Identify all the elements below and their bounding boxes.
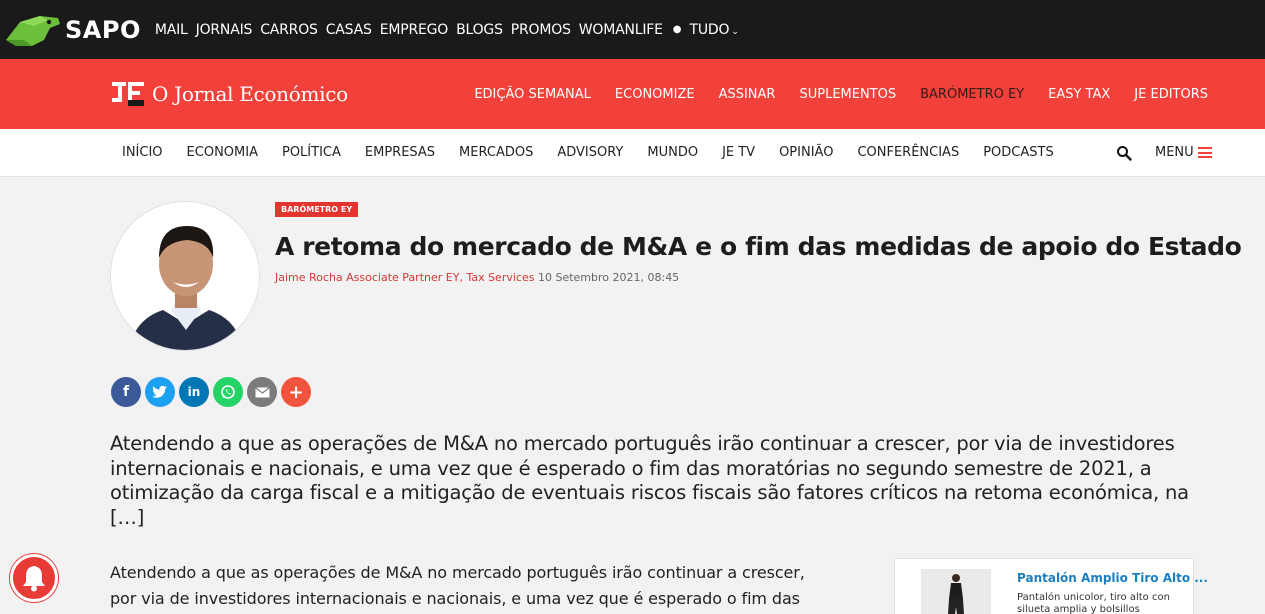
sapo-nav-jornais[interactable]: JORNAIS [196, 22, 253, 38]
article-body: Atendendo a que as operações de M&A no m… [110, 563, 805, 608]
sapo-nav-tudo-label: TUDO [689, 21, 730, 38]
section-opiniao[interactable]: OPINIÃO [779, 145, 833, 160]
notification-bell-button[interactable] [10, 554, 58, 602]
section-inicio[interactable]: INÍCIO [122, 145, 163, 160]
linkedin-icon[interactable]: in [179, 377, 209, 407]
section-economia[interactable]: ECONOMIA [187, 145, 258, 160]
menu-button[interactable]: MENU [1155, 145, 1212, 160]
chevron-down-icon: ⌄ [731, 26, 739, 37]
section-conferencias[interactable]: CONFERÊNCIAS [857, 145, 959, 160]
je-nav-easy-tax[interactable]: EASY TAX [1048, 87, 1110, 102]
hamburger-icon [1197, 147, 1212, 158]
bell-icon [23, 566, 45, 592]
section-mercados[interactable]: MERCADOS [459, 145, 533, 160]
sapo-nav-womanlife[interactable]: WOMANLIFE [579, 22, 663, 38]
sapo-nav-tudo[interactable]: TUDO ⌄ [690, 22, 739, 38]
ad-card[interactable]: Pantalón Amplio Tiro Alto ... Pantalón u… [894, 558, 1208, 614]
section-empresas[interactable]: EMPRESAS [365, 145, 435, 160]
je-nav-assinar[interactable]: ASSINAR [719, 87, 776, 102]
sapo-nav-blogs[interactable]: BLOGS [456, 22, 503, 38]
sapo-nav-mail[interactable]: MAIL [155, 22, 188, 38]
article-lead: Atendendo a que as operações de M&A no m… [110, 432, 1189, 529]
share-buttons: f in + [111, 377, 315, 407]
section-advisory[interactable]: ADVISORY [557, 145, 623, 160]
email-icon[interactable] [247, 377, 277, 407]
section-politica[interactable]: POLÍTICA [282, 145, 341, 160]
section-mundo[interactable]: MUNDO [647, 145, 698, 160]
section-nav-bar: INÍCIO ECONOMIA POLÍTICA EMPRESAS MERCAD… [0, 129, 1265, 177]
je-nav-barometro-ey[interactable]: BARÓMETRO EY [920, 87, 1024, 102]
author-portrait-image [111, 202, 259, 350]
author-link[interactable]: Jaime Rocha Associate Partner EY, Tax Se… [275, 271, 534, 284]
sapo-logo[interactable]: SAPO [4, 0, 141, 59]
article-byline: Jaime Rocha Associate Partner EY, Tax Se… [275, 271, 679, 284]
je-site-title: O Jornal Económico [152, 82, 348, 106]
je-nav-suplementos[interactable]: SUPLEMENTOS [799, 87, 896, 102]
section-podcasts[interactable]: PODCASTS [983, 145, 1054, 160]
sapo-nav-carros[interactable]: CARROS [260, 22, 318, 38]
je-nav-economize[interactable]: ECONOMIZE [615, 87, 695, 102]
section-je-tv[interactable]: JE TV [722, 145, 755, 160]
article-title: A retoma do mercado de M&A e o fim das m… [275, 232, 1242, 261]
author-avatar [110, 201, 260, 351]
je-logo[interactable]: O Jornal Económico [110, 80, 348, 108]
je-nav-je-editors[interactable]: JE EDITORS [1134, 87, 1208, 102]
ad-product-image[interactable] [921, 569, 991, 614]
sapo-nav-emprego[interactable]: EMPREGO [380, 22, 449, 38]
ad-description: Pantalón unicolor, tiro alto con silueta… [1017, 592, 1170, 614]
je-header: O Jornal Económico EDIÇÃO SEMANAL ECONOM… [0, 59, 1265, 129]
sapo-nav-casas[interactable]: CASAS [326, 22, 372, 38]
whatsapp-icon[interactable] [213, 377, 243, 407]
ad-title-link[interactable]: Pantalón Amplio Tiro Alto ... [1017, 571, 1208, 585]
section-nav: INÍCIO ECONOMIA POLÍTICA EMPRESAS MERCAD… [122, 145, 1078, 160]
bullet-icon: ● [672, 24, 682, 35]
facebook-icon[interactable]: f [111, 377, 141, 407]
search-icon[interactable] [1116, 145, 1132, 161]
sapo-nav: MAIL JORNAIS CARROS CASAS EMPREGO BLOGS … [155, 22, 739, 38]
je-logo-mark [112, 82, 144, 106]
sapo-wordmark: SAPO [65, 15, 141, 44]
je-nav-edicao-semanal[interactable]: EDIÇÃO SEMANAL [474, 87, 591, 102]
category-badge[interactable]: BARÓMETRO EY [275, 202, 359, 217]
plus-icon[interactable]: + [281, 377, 311, 407]
twitter-icon[interactable] [145, 377, 175, 407]
sapo-nav-promos[interactable]: PROMOS [511, 22, 571, 38]
je-top-nav: EDIÇÃO SEMANAL ECONOMIZE ASSINAR SUPLEME… [450, 59, 1208, 129]
sapo-top-bar: SAPO MAIL JORNAIS CARROS CASAS EMPREGO B… [0, 0, 1265, 59]
publish-date: 10 Setembro 2021, 08:45 [537, 271, 680, 284]
menu-label: MENU [1155, 145, 1194, 160]
sapo-frog-icon [6, 15, 60, 46]
